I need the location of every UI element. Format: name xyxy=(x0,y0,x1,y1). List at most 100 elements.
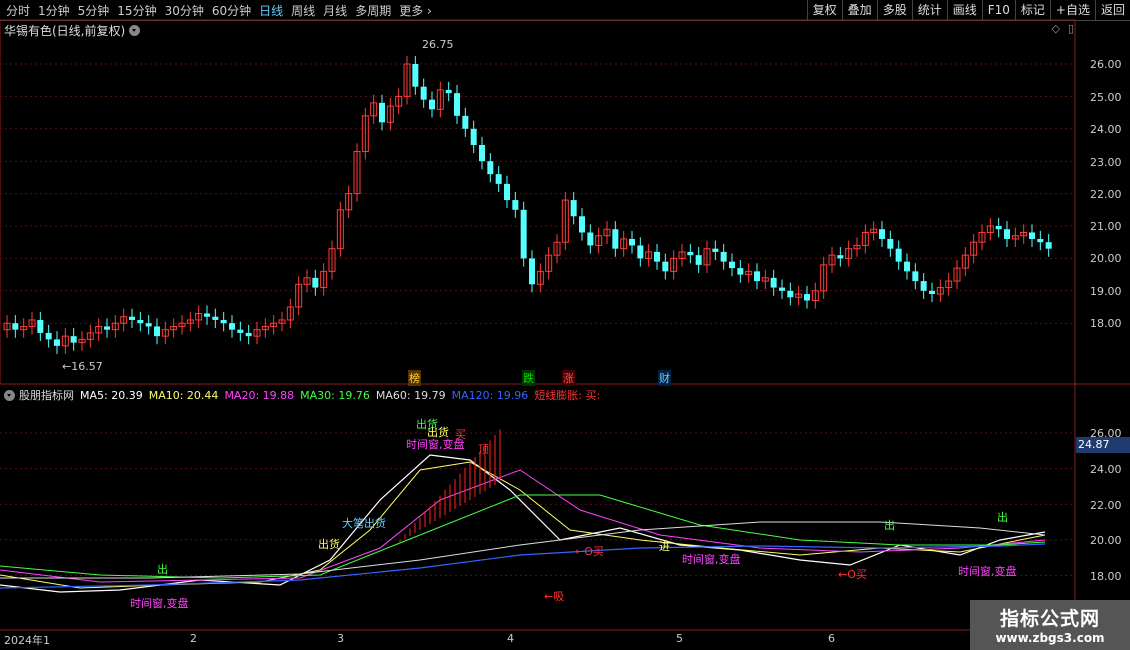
candle-body xyxy=(837,255,844,259)
candle-body xyxy=(629,238,635,246)
candle-body xyxy=(379,102,385,123)
price-tick: 25.00 xyxy=(1090,91,1122,104)
price-tick: 23.00 xyxy=(1090,156,1122,169)
low-price-label: ←16.57 xyxy=(62,360,103,373)
candle-body xyxy=(37,319,44,333)
candle-body xyxy=(879,229,885,239)
signal-label: 出 xyxy=(157,563,168,576)
candle-body xyxy=(454,93,460,116)
candle-body xyxy=(737,268,744,275)
price-tick: 19.00 xyxy=(1090,285,1122,298)
signal-label: 进 xyxy=(659,540,670,553)
candle-body xyxy=(1004,229,1010,239)
candle-body xyxy=(662,261,669,272)
candle-body xyxy=(912,271,919,282)
current-value-badge: 24.87 xyxy=(1076,437,1130,453)
low-price-value: 16.57 xyxy=(71,360,103,373)
signal-label: 买 xyxy=(455,428,466,441)
candle-body xyxy=(220,319,227,324)
candle-body xyxy=(695,255,702,265)
candle-body xyxy=(145,323,152,327)
candle-body xyxy=(1029,232,1035,239)
date-tick: 4 xyxy=(507,632,514,645)
candle-body xyxy=(929,290,935,295)
indicator-tick: 18.00 xyxy=(1090,570,1122,583)
date-tick: 5 xyxy=(676,632,683,645)
candle-body xyxy=(462,115,469,129)
candle-body xyxy=(229,323,235,330)
date-tick: 2024年1 xyxy=(4,634,50,647)
event-tag-finance[interactable]: 财 xyxy=(658,370,671,386)
candle-body xyxy=(204,313,210,317)
candle-body xyxy=(237,329,244,333)
candle-body xyxy=(579,216,585,233)
candle-body xyxy=(512,200,519,210)
candle-body xyxy=(712,248,719,252)
candle-body xyxy=(637,245,644,259)
candle-body xyxy=(720,251,727,262)
indicator-tick: 24.00 xyxy=(1090,463,1122,476)
candle-body xyxy=(904,261,910,272)
candle-body xyxy=(587,232,594,246)
price-tick: 21.00 xyxy=(1090,220,1122,233)
signal-label: ←O买 xyxy=(838,568,867,581)
candle-body xyxy=(312,277,319,288)
signal-label: 出货 xyxy=(318,538,340,551)
indicator-tick: 20.00 xyxy=(1090,534,1122,547)
candle-body xyxy=(479,145,485,162)
candle-body xyxy=(45,332,52,340)
price-tick: 26.00 xyxy=(1090,58,1122,71)
candle-body xyxy=(129,316,135,320)
candle-body xyxy=(779,287,785,291)
candlesticks xyxy=(3,55,1052,354)
candle-body xyxy=(495,174,502,184)
candle-body xyxy=(887,238,894,249)
candle-body xyxy=(212,316,219,320)
candle-body xyxy=(54,339,60,346)
candle-body xyxy=(754,271,760,282)
price-panel-frame xyxy=(0,19,1076,385)
signal-label: ←O买 xyxy=(575,545,604,558)
candle-body xyxy=(1045,242,1052,249)
signal-label: 出 xyxy=(884,519,895,532)
candle-body xyxy=(137,319,144,324)
indicator-tick: 22.00 xyxy=(1090,499,1122,512)
candle-body xyxy=(787,290,794,298)
candle-body xyxy=(570,200,577,217)
event-tag-rise[interactable]: 涨 xyxy=(562,370,575,386)
price-tick: 24.00 xyxy=(1090,123,1122,136)
candle-body xyxy=(12,323,19,330)
candle-body xyxy=(804,294,810,301)
event-tag-fall[interactable]: 跌 xyxy=(522,370,535,386)
candle-body xyxy=(504,183,510,201)
candle-body xyxy=(429,99,435,110)
candle-body xyxy=(529,258,535,285)
candle-body xyxy=(770,277,777,288)
event-tag-rank[interactable]: 榜 xyxy=(408,370,421,386)
candle-body xyxy=(104,326,110,330)
chart-canvas[interactable] xyxy=(0,0,1130,650)
signal-label: 时间窗,变盘 xyxy=(130,597,189,610)
candle-body xyxy=(920,281,927,291)
watermark-line1: 指标公式网 xyxy=(999,608,1100,630)
signal-label: 时间窗,变盘 xyxy=(958,565,1017,578)
date-tick: 2 xyxy=(190,632,197,645)
watermark-line2: www.zbgs3.com xyxy=(995,631,1105,645)
candle-body xyxy=(445,89,452,94)
candle-body xyxy=(1037,238,1044,243)
candle-body xyxy=(412,64,419,87)
candle-body xyxy=(154,326,160,337)
high-price-label: 26.75 xyxy=(422,38,454,51)
date-tick: 6 xyxy=(828,632,835,645)
candle-body xyxy=(70,336,77,343)
candle-body xyxy=(470,128,477,145)
price-tick: 22.00 xyxy=(1090,188,1122,201)
candle-body xyxy=(520,209,527,259)
signal-label: ←吸 xyxy=(544,590,565,603)
candle-body xyxy=(420,86,427,100)
watermark-logo: 指标公式网 www.zbgs3.com xyxy=(970,600,1130,650)
candle-body xyxy=(654,251,660,262)
signal-label: 大笔出货 xyxy=(342,517,386,530)
candle-body xyxy=(687,251,694,256)
candle-body xyxy=(487,161,494,175)
